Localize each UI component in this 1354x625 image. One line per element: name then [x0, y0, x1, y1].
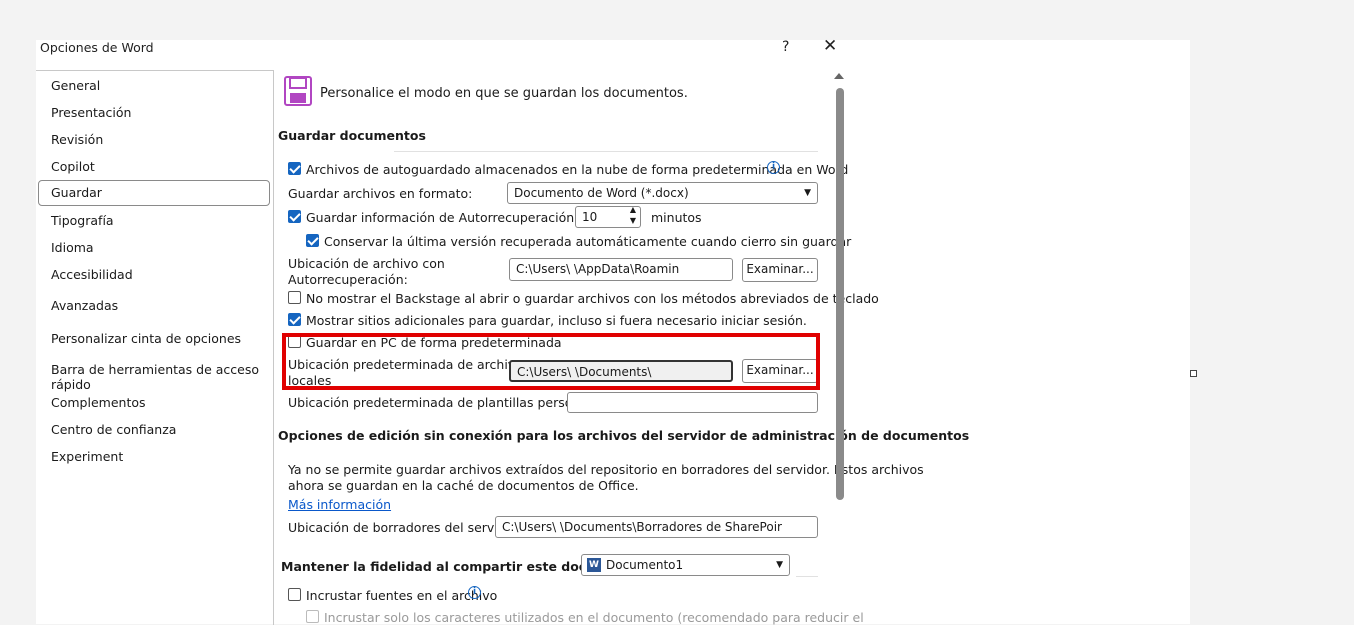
scroll-up-arrow-icon[interactable]	[834, 73, 844, 79]
save-disk-icon	[284, 76, 312, 106]
sidebar-item-typography[interactable]: Tipografía	[51, 213, 114, 228]
autorecover-label: Guardar información de Autorrecuperación…	[306, 210, 609, 225]
more-info-link[interactable]: Más información	[288, 497, 391, 512]
document-select[interactable]: W Documento1 ▼	[581, 554, 790, 576]
spin-arrows-icon[interactable]: ▲ ▼	[630, 207, 636, 226]
offline-note-line2: ahora se guardan en la caché de document…	[288, 478, 639, 493]
sidebar-item-copilot[interactable]: Copilot	[51, 159, 95, 174]
sidebar-item-advanced[interactable]: Avanzadas	[51, 298, 118, 313]
info-icon: i	[767, 161, 780, 174]
sidebar-item-language[interactable]: Idioma	[51, 240, 94, 255]
templates-label: Ubicación predeterminada de plantillas p…	[288, 395, 610, 410]
section-offline-editing: Opciones de edición sin conexión para lo…	[278, 428, 970, 443]
page-header: Personalice el modo en que se guardan lo…	[320, 86, 688, 101]
drafts-location-input[interactable]: C:\Users\ \Documents\Borradores de Share…	[495, 516, 818, 538]
resize-handle[interactable]	[1190, 370, 1197, 377]
format-label: Guardar archivos en formato:	[288, 186, 473, 201]
sidebar-item-experiment[interactable]: Experiment	[51, 449, 123, 464]
scrollbar-thumb[interactable]	[836, 88, 844, 500]
offline-note-line1: Ya no se permite guardar archivos extraí…	[288, 462, 924, 477]
embed-fonts-checkbox[interactable]	[288, 588, 301, 601]
keep-last-version-label: Conservar la última versión recuperada a…	[324, 234, 852, 249]
chevron-down-icon: ▼	[804, 188, 811, 198]
word-doc-icon: W	[587, 558, 601, 572]
minutes-value: 10	[582, 210, 598, 224]
divider	[394, 151, 818, 152]
sidebar-item-accessibility[interactable]: Accesibilidad	[51, 267, 133, 282]
autorecover-location-input[interactable]: C:\Users\ \AppData\Roamin	[509, 258, 733, 281]
autorecover-location-label-2: Autorrecuperación:	[288, 272, 408, 287]
document-value: Documento1	[606, 558, 684, 572]
templates-location-input[interactable]	[567, 392, 818, 413]
embed-used-chars-checkbox[interactable]	[306, 610, 319, 623]
sidebar-item-trust-center[interactable]: Centro de confianza	[51, 422, 176, 437]
autorecover-checkbox[interactable]	[288, 210, 301, 223]
embed-used-chars-label: Incrustar solo los caracteres utilizados…	[324, 610, 864, 625]
autosave-checkbox[interactable]	[288, 162, 301, 175]
no-backstage-label: No mostrar el Backstage al abrir o guard…	[306, 291, 879, 306]
close-button[interactable]: ✕	[823, 36, 837, 56]
sidebar-item-customize-ribbon[interactable]: Personalizar cinta de opciones	[51, 331, 241, 346]
window-title: Opciones de Word	[40, 40, 154, 55]
sidebar-item-addins[interactable]: Complementos	[51, 395, 146, 410]
sidebar-item-quick-access[interactable]: Barra de herramientas de acceso rápido	[51, 362, 273, 392]
autorecover-minutes-stepper[interactable]: 10 ▲ ▼	[575, 206, 641, 228]
keep-last-version-checkbox[interactable]	[306, 234, 319, 247]
sidebar-item-review[interactable]: Revisión	[51, 132, 103, 147]
format-select[interactable]: Documento de Word (*.docx) ▼	[507, 182, 818, 204]
minutes-label: minutos	[651, 210, 702, 225]
autorecover-location-label: Ubicación de archivo con	[288, 256, 445, 271]
browse-autorecover-button[interactable]: Examinar...	[742, 258, 818, 282]
highlight-box	[282, 333, 820, 390]
show-more-places-label: Mostrar sitios adicionales para guardar,…	[306, 313, 807, 328]
no-backstage-checkbox[interactable]	[288, 291, 301, 304]
sidebar-item-general[interactable]: General	[51, 78, 100, 93]
sidebar: General Presentación Revisión Copilot Gu…	[36, 70, 274, 625]
section-save-documents: Guardar documentos	[278, 128, 426, 143]
info-icon: i	[468, 586, 481, 599]
drafts-label: Ubicación de borradores del servidor:	[288, 520, 523, 535]
sidebar-item-save[interactable]: Guardar	[38, 180, 270, 206]
chevron-down-icon: ▼	[776, 560, 783, 570]
format-value: Documento de Word (*.docx)	[514, 186, 689, 200]
sidebar-item-presentation[interactable]: Presentación	[51, 105, 131, 120]
divider	[796, 576, 818, 577]
show-more-places-checkbox[interactable]	[288, 313, 301, 326]
help-button[interactable]: ?	[782, 39, 789, 55]
